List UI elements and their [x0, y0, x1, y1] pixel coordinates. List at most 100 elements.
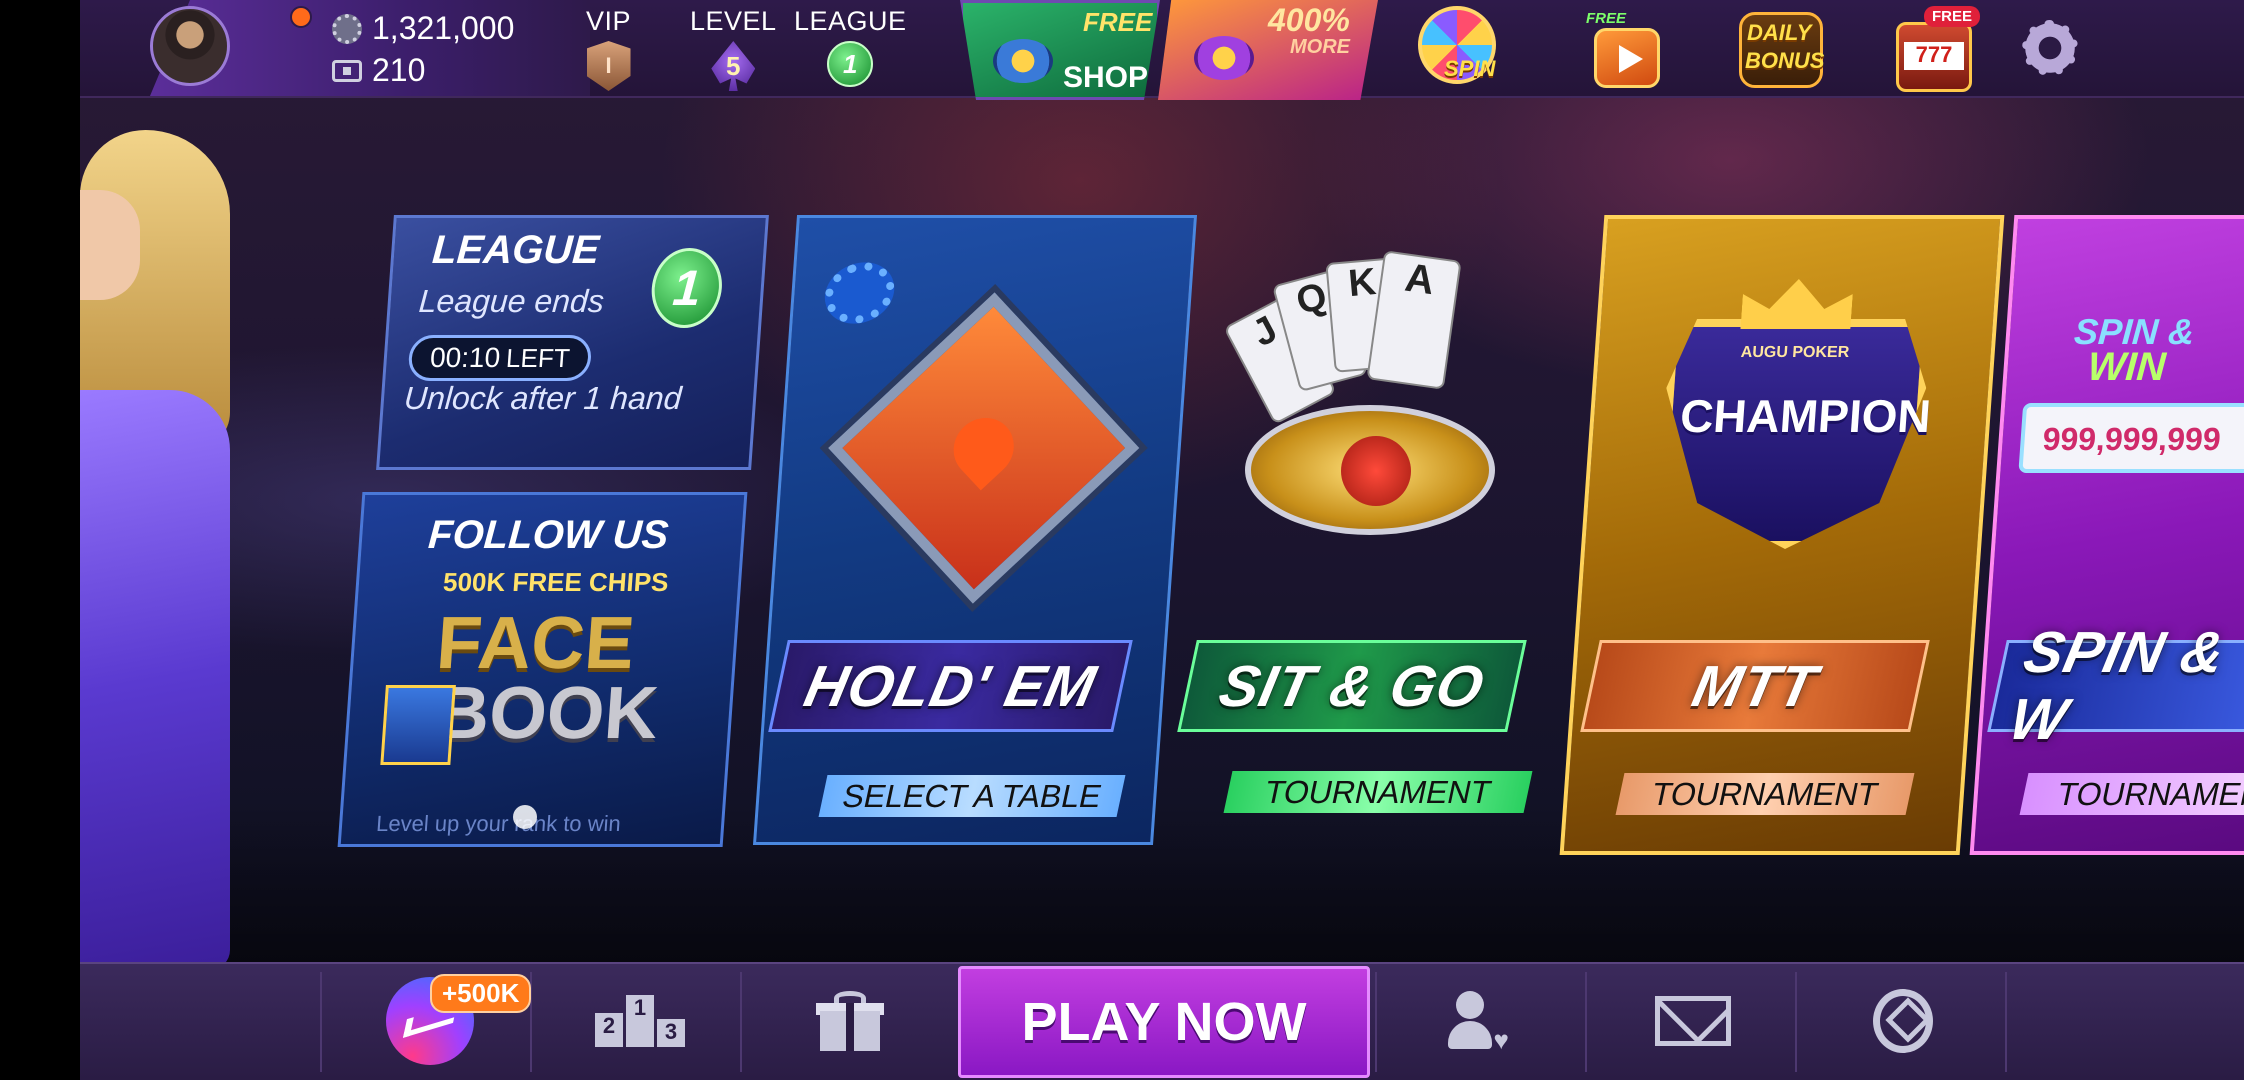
avatar[interactable]: [150, 6, 230, 86]
spinwin-subtitle-banner: TOURNAMEN: [2019, 773, 2244, 815]
spin-wheel-button[interactable]: SPIN: [1418, 6, 1510, 92]
chips-value: 1,321,000: [372, 10, 515, 46]
holdem-subtitle-banner: SELECT A TABLE: [818, 775, 1126, 817]
vip-badge-group[interactable]: VIP I: [586, 6, 631, 91]
shop-label: SHOP: [1063, 61, 1149, 94]
mtt-subtitle: TOURNAMENT: [1648, 775, 1882, 812]
chips-balance: 1,321,000: [332, 10, 514, 47]
holdem-subtitle: SELECT A TABLE: [839, 777, 1105, 814]
prize-display: 999,999,999: [2018, 403, 2244, 473]
league-label: LEAGUE: [794, 6, 907, 36]
gift-button[interactable]: [745, 962, 955, 1080]
ring-icon: [1872, 989, 1933, 1053]
messenger-bonus-badge: +500K: [430, 974, 532, 1013]
sitgo-title: SIT & GO: [1213, 653, 1491, 719]
league-timer-suffix: LEFT: [505, 342, 571, 373]
spinwin-prize: 999,999,999: [2041, 421, 2222, 457]
level-label: LEVEL: [690, 6, 777, 36]
notification-dot: [290, 6, 312, 28]
mtt-title-banner: MTT: [1580, 640, 1930, 732]
sitgo-title-banner: SIT & GO: [1177, 640, 1527, 732]
friends-button[interactable]: ♥: [1380, 962, 1585, 1080]
champion-ring-icon: [1245, 405, 1495, 535]
follow-title: FOLLOW US: [426, 513, 670, 557]
nav-divider: [1585, 972, 1587, 1072]
tickets-balance: 210: [332, 52, 425, 89]
ring-gem: [1341, 436, 1411, 506]
nav-divider: [1795, 972, 1797, 1072]
mtt-subtitle-banner: TOURNAMENT: [1615, 773, 1915, 815]
promo-400-button[interactable]: 400% MORE: [1158, 0, 1378, 100]
sitgo-subtitle-banner: TOURNAMENT: [1223, 771, 1533, 813]
daily-bonus-line1: DAILY: [1747, 20, 1812, 45]
league-unlock-text: Unlock after 1 hand: [402, 380, 683, 416]
daily-bonus-button[interactable]: DAILY BONUS: [1735, 6, 1827, 92]
hostess-dress: [80, 390, 230, 970]
sitgo-card[interactable]: J Q K A: [1185, 215, 1555, 845]
slot-reels: 777: [1904, 42, 1964, 70]
spinwin-title: SPIN & W: [2003, 620, 2232, 752]
league-gem-icon: 1: [827, 41, 874, 87]
hostess-illustration: [80, 130, 240, 970]
chip-stack-icon: [1194, 36, 1254, 80]
holdem-title: HOLD' EM: [798, 653, 1103, 719]
free-video-label: FREE: [1586, 10, 1627, 27]
play-now-label: PLAY NOW: [1021, 992, 1307, 1052]
league-card-title: LEAGUE: [430, 228, 601, 272]
spinwin-subtitle: TOURNAMEN: [2054, 775, 2244, 812]
league-badge-group[interactable]: LEAGUE 1: [794, 6, 907, 87]
play-now-button[interactable]: PLAY NOW: [958, 966, 1370, 1078]
mtt-title: MTT: [1686, 653, 1823, 719]
league-card[interactable]: LEAGUE League ends 1 00:10 LEFT Unlock a…: [376, 215, 769, 470]
spin-and-win-card[interactable]: SPIN & WIN 999,999,999: [1969, 215, 2244, 855]
spade-level-icon: 5: [711, 41, 756, 91]
emblem-top-text: AUGU POKER: [1740, 344, 1850, 361]
ring-collection-button[interactable]: [1800, 962, 2005, 1080]
holdem-card[interactable]: [752, 215, 1198, 845]
nav-divider: [740, 972, 742, 1072]
playing-card-a: A: [1366, 250, 1462, 390]
shop-free-label: FREE: [1083, 7, 1153, 37]
promo-more: MORE: [1290, 36, 1350, 58]
podium-icon: 2 1 3: [595, 995, 685, 1047]
follow-subtitle: 500K FREE CHIPS: [442, 567, 670, 597]
slots-button[interactable]: 777 FREE: [1888, 6, 1981, 92]
tickets-value: 210: [372, 52, 426, 88]
gear-icon[interactable]: [2022, 20, 2078, 76]
play-triangle-icon: [1619, 45, 1643, 73]
vip-shield-icon: I: [586, 41, 631, 91]
friends-icon: ♥: [1447, 991, 1518, 1055]
hostess-face: [80, 190, 140, 300]
spinwin-logo-line2: WIN: [2086, 345, 2168, 389]
league-gem-number: 1: [670, 260, 703, 316]
follow-footer: Level up your rank to win: [375, 811, 622, 836]
holdem-diamond-emblem: [828, 292, 1140, 604]
nav-divider: [1375, 972, 1377, 1072]
shop-button[interactable]: FREE SHOP: [960, 0, 1160, 100]
podium-third: 3: [657, 1019, 685, 1047]
mail-button[interactable]: [1590, 962, 1795, 1080]
crown-icon: [1740, 279, 1853, 329]
mtt-card[interactable]: AUGU POKER CHAMPION: [1559, 215, 2005, 855]
league-timer: 00:10 LEFT: [407, 335, 593, 381]
left-black-bar: [0, 0, 80, 1080]
free-video-button[interactable]: FREE: [1580, 6, 1672, 92]
level-badge-group[interactable]: LEVEL 5: [690, 6, 777, 91]
chip-stack-icon: [993, 39, 1053, 83]
ticket-icon: [332, 59, 362, 82]
follow-us-card[interactable]: FOLLOW US 500K FREE CHIPS FACE BOOK Leve…: [337, 492, 748, 847]
poker-chip-icon: [817, 252, 902, 334]
nav-divider: [2005, 972, 2007, 1072]
podium-second: 2: [595, 1013, 623, 1047]
video-reward-icon: [1594, 28, 1660, 88]
leaderboard-button[interactable]: 2 1 3: [540, 962, 740, 1080]
spade-icon: [941, 405, 1027, 491]
chip-icon: [332, 13, 362, 44]
mail-icon: [1654, 996, 1731, 1046]
gift-box-icon: [380, 685, 456, 765]
sitgo-subtitle: TOURNAMENT: [1261, 773, 1495, 810]
daily-bonus-line2: BONUS: [1745, 48, 1825, 73]
slots-free-badge: FREE: [1924, 6, 1981, 27]
league-timer-value: 00:10: [429, 342, 502, 373]
league-ends-text: League ends: [417, 283, 606, 319]
